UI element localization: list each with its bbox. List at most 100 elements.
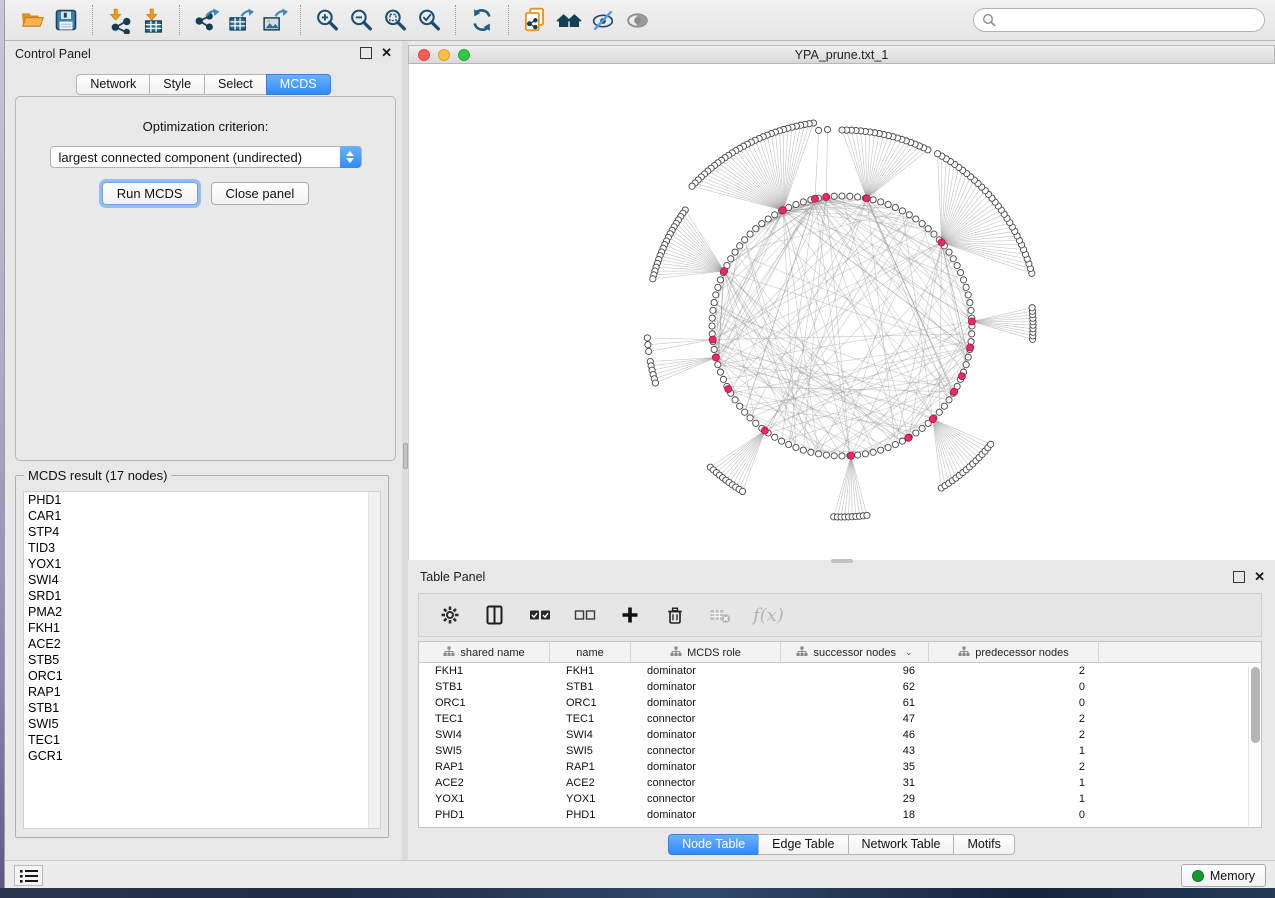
mcds-list-item[interactable]: YOX1 — [24, 556, 380, 572]
mcds-list-item[interactable]: TEC1 — [24, 732, 380, 748]
mcds-list-item[interactable]: STB1 — [24, 700, 380, 716]
network-canvas[interactable] — [408, 64, 1275, 560]
splitter-handle[interactable] — [403, 443, 408, 469]
close-panel-icon[interactable]: ✕ — [1254, 571, 1265, 583]
import-table-button[interactable] — [136, 4, 170, 36]
mcds-list-item[interactable]: FKH1 — [24, 620, 380, 636]
column-header-successor-nodes[interactable]: successor nodes⌄ — [781, 642, 929, 663]
cell-predecessor_nodes: 2 — [929, 711, 1099, 727]
open-session-button[interactable] — [15, 4, 49, 36]
sort-caret-icon: ⌄ — [905, 647, 913, 658]
export-image-button[interactable] — [257, 4, 291, 36]
zoom-fit-button[interactable] — [378, 4, 412, 36]
mcds-list-item[interactable]: PHD1 — [24, 492, 380, 508]
column-header-predecessor-nodes[interactable]: predecessor nodes — [929, 642, 1099, 663]
refresh-view-button[interactable] — [465, 4, 499, 36]
column-label: predecessor nodes — [975, 647, 1069, 659]
close-panel-icon[interactable]: ✕ — [381, 47, 392, 59]
float-panel-icon[interactable] — [1233, 571, 1245, 583]
create-column-button[interactable] — [618, 603, 642, 627]
cell-name: SWI5 — [550, 743, 631, 759]
tab-style[interactable]: Style — [149, 74, 205, 95]
refresh-icon — [469, 7, 495, 33]
mcds-list-item[interactable]: ACE2 — [24, 636, 380, 652]
mcds-list-item[interactable]: CAR1 — [24, 508, 380, 524]
export-table-button[interactable] — [223, 4, 257, 36]
network-titlebar[interactable]: YPA_prune.txt_1 — [408, 45, 1275, 64]
cell-name: STB1 — [550, 679, 631, 695]
table-row[interactable]: SWI5SWI5connector431 — [419, 743, 1261, 759]
run-mcds-button[interactable]: Run MCDS — [102, 182, 198, 205]
table-body: FKH1FKH1dominator962STB1STB1dominator620… — [419, 663, 1261, 823]
table-row[interactable]: TEC1TEC1connector472 — [419, 711, 1261, 727]
mcds-tab-content: Optimization criterion: largest connecte… — [15, 96, 396, 461]
mcds-list-item[interactable]: TID3 — [24, 540, 380, 556]
cell-shared_name: RAP1 — [419, 759, 550, 775]
column-header-MCDS-role[interactable]: MCDS role — [631, 642, 781, 663]
select-all-columns-button[interactable] — [528, 603, 552, 627]
table-row[interactable]: ORC1ORC1dominator610 — [419, 695, 1261, 711]
memory-button[interactable]: Memory — [1181, 864, 1266, 887]
horizontal-splitter-handle[interactable] — [831, 559, 853, 563]
mcds-list-item[interactable]: RAP1 — [24, 684, 380, 700]
trash-icon — [665, 605, 685, 625]
mcds-list-item[interactable]: STP4 — [24, 524, 380, 540]
tab-network[interactable]: Network — [76, 74, 150, 95]
hide-selection-button[interactable] — [586, 4, 620, 36]
mcds-list-scrollbar[interactable] — [368, 492, 380, 828]
column-header-name[interactable]: name — [550, 642, 631, 663]
mcds-list-item[interactable]: SWI5 — [24, 716, 380, 732]
show-all-button[interactable] — [620, 4, 654, 36]
first-neighbors-button[interactable] — [552, 4, 586, 36]
task-history-button[interactable] — [14, 865, 43, 886]
table-row[interactable]: RAP1RAP1dominator352 — [419, 759, 1261, 775]
close-panel-button[interactable]: Close panel — [211, 182, 310, 205]
zoom-selected-button[interactable] — [412, 4, 446, 36]
column-label: name — [576, 647, 604, 659]
cell-shared_name: TEC1 — [419, 711, 550, 727]
column-header-shared-name[interactable]: shared name — [419, 642, 550, 663]
table-row[interactable]: FKH1FKH1dominator962 — [419, 663, 1261, 679]
search-input[interactable] — [1001, 13, 1256, 27]
tab-select[interactable]: Select — [204, 74, 267, 95]
horizontal-splitter[interactable] — [408, 558, 1275, 564]
criterion-select[interactable]: largest connected component (undirected) — [50, 146, 362, 168]
table-scrollbar[interactable] — [1248, 665, 1260, 826]
table-row[interactable]: SWI4SWI4dominator462 — [419, 727, 1261, 743]
mcds-list-item[interactable]: ORC1 — [24, 668, 380, 684]
tab-node-table[interactable]: Node Table — [668, 834, 759, 855]
search-box[interactable] — [973, 8, 1265, 32]
tab-motifs[interactable]: Motifs — [953, 834, 1014, 855]
new-network-from-selection-button[interactable] — [518, 4, 552, 36]
mcds-list-item[interactable]: SRD1 — [24, 588, 380, 604]
table-settings-button[interactable] — [438, 603, 462, 627]
mcds-list-item[interactable]: PMA2 — [24, 604, 380, 620]
mcds-result-list: PHD1CAR1STP4TID3YOX1SWI4SRD1PMA2FKH1ACE2… — [23, 491, 381, 829]
fx-icon: f(x) — [753, 605, 784, 626]
control-panel-header: Control Panel ✕ — [5, 41, 402, 67]
cell-predecessor_nodes: 2 — [929, 759, 1099, 775]
show-columns-button[interactable] — [483, 603, 507, 627]
table-row[interactable]: ACE2ACE2connector311 — [419, 775, 1261, 791]
delete-columns-button[interactable] — [663, 603, 687, 627]
network-window-title: YPA_prune.txt_1 — [409, 48, 1274, 62]
cell-shared_name: SWI5 — [419, 743, 550, 759]
export-network-button[interactable] — [189, 4, 223, 36]
zoom-out-button[interactable] — [344, 4, 378, 36]
table-row[interactable]: YOX1YOX1connector291 — [419, 791, 1261, 807]
tab-edge-table[interactable]: Edge Table — [758, 834, 848, 855]
tab-mcds[interactable]: MCDS — [266, 74, 331, 95]
save-session-button[interactable] — [49, 4, 83, 36]
import-network-button[interactable] — [102, 4, 136, 36]
zoom-in-button[interactable] — [310, 4, 344, 36]
tab-network-table[interactable]: Network Table — [848, 834, 955, 855]
deselect-all-columns-button[interactable] — [573, 603, 597, 627]
mcds-list-item[interactable]: STB5 — [24, 652, 380, 668]
mcds-list-item[interactable]: SWI4 — [24, 572, 380, 588]
mcds-list-item[interactable]: GCR1 — [24, 748, 380, 764]
table-row[interactable]: STB1STB1dominator620 — [419, 679, 1261, 695]
float-panel-icon[interactable] — [360, 47, 372, 59]
cell-predecessor_nodes: 1 — [929, 791, 1099, 807]
table-row[interactable]: PHD1PHD1dominator180 — [419, 807, 1261, 823]
table-scrollbar-thumb[interactable] — [1251, 667, 1260, 743]
